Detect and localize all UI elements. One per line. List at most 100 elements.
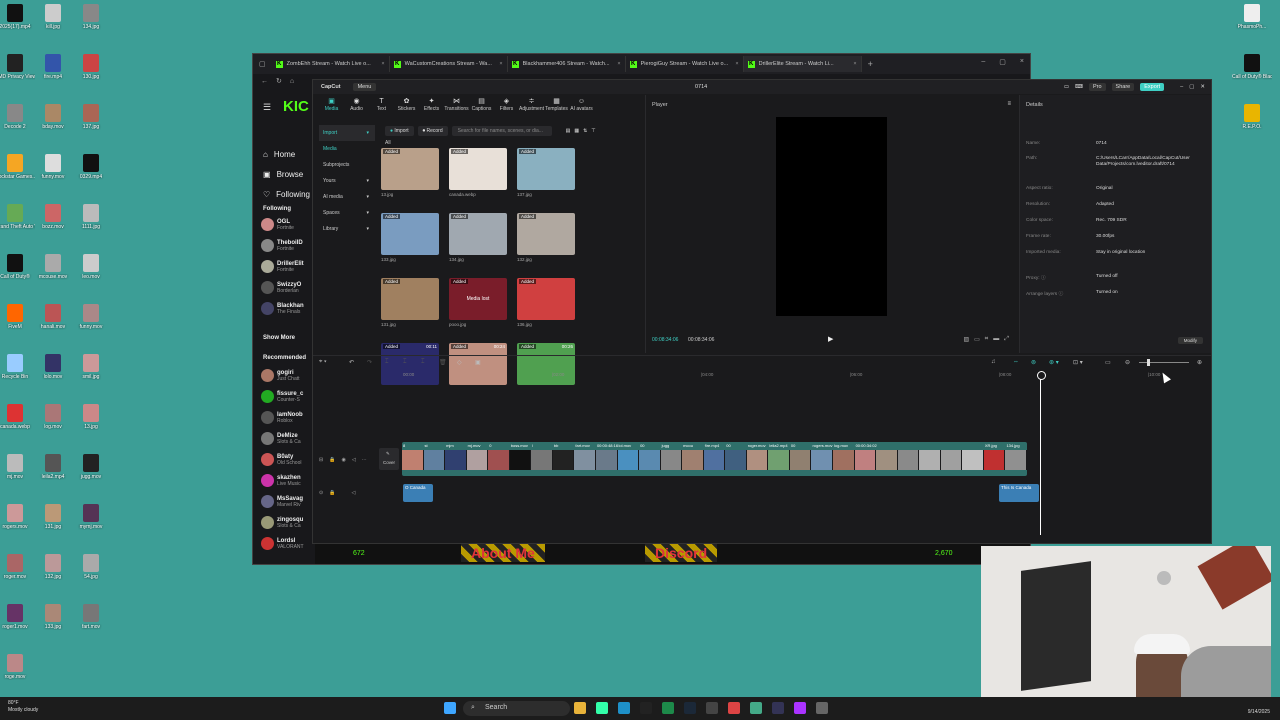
desktop-icon[interactable]: leila2.mp4 bbox=[33, 454, 73, 480]
speaker-icon[interactable]: ◁ bbox=[351, 490, 355, 496]
system-clock[interactable]: 9/14/2025 bbox=[1248, 703, 1270, 715]
desktop-icon[interactable]: 54.jpg bbox=[71, 554, 111, 580]
video-clip[interactable] bbox=[789, 450, 812, 470]
more-icon[interactable]: ⋯ bbox=[362, 457, 367, 463]
weather-widget[interactable]: 80°F Mostly cloudy bbox=[8, 700, 38, 714]
app-icon[interactable] bbox=[596, 702, 608, 714]
playhead[interactable] bbox=[1037, 371, 1046, 535]
snap-icon[interactable]: ⊡ ▾ bbox=[1073, 359, 1083, 366]
channel-item[interactable]: OGL Fortnite bbox=[261, 218, 294, 231]
desktop-icon[interactable]: roge.mov bbox=[0, 654, 35, 680]
track-collapse-icon[interactable]: ⊙ bbox=[319, 490, 323, 496]
desktop-icon[interactable]: 1111.jpg bbox=[71, 204, 111, 230]
desktop-icon[interactable]: hanali.mov bbox=[33, 304, 73, 330]
media-search-input[interactable]: Search for file names, scenes, or dia... bbox=[451, 126, 552, 136]
desktop-icon[interactable]: funny.mov bbox=[71, 304, 111, 330]
media-item[interactable]: Added 132.jpg bbox=[517, 213, 575, 268]
app-icon[interactable] bbox=[640, 702, 652, 714]
zoom-in-icon[interactable]: ⊕ bbox=[1197, 359, 1202, 366]
select-tool-icon[interactable]: ⌖ ▾ bbox=[319, 359, 327, 366]
media-item[interactable]: Added 131.jpg bbox=[381, 278, 439, 333]
maximize-button[interactable]: ▢ bbox=[999, 58, 1006, 66]
media-item[interactable]: Added 134.jpg bbox=[449, 213, 507, 268]
mic-icon[interactable]: ♫ bbox=[991, 359, 996, 365]
desktop-icon[interactable]: PhasmoPh... bbox=[1232, 4, 1272, 30]
video-clip[interactable] bbox=[1005, 450, 1027, 470]
desktop-icon[interactable]: Call of Duty® bbox=[0, 254, 35, 280]
tool-media[interactable]: ▣ Media bbox=[319, 95, 344, 117]
eye-icon[interactable]: ◉ bbox=[341, 457, 345, 463]
channel-item[interactable]: fissure_c Counter-S bbox=[261, 390, 303, 403]
filter-type-icon[interactable]: ⊤ bbox=[591, 128, 595, 134]
tool-stickers[interactable]: ✿ Stickers bbox=[394, 95, 419, 117]
magnet-icon[interactable]: ⊚ bbox=[1031, 359, 1036, 366]
excel-icon[interactable] bbox=[662, 702, 674, 714]
tool-ai-avatars[interactable]: ☺ AI avatars bbox=[569, 95, 594, 117]
video-clip[interactable] bbox=[617, 450, 640, 470]
desktop-icon[interactable]: roger1.mov bbox=[0, 604, 35, 630]
desktop-icon[interactable]: Recycle Bin bbox=[0, 354, 35, 380]
media-nav-subprojects[interactable]: Subprojects bbox=[319, 157, 375, 173]
menu-icon[interactable]: ☰ bbox=[263, 102, 271, 113]
about-me-panel[interactable]: About Me bbox=[461, 544, 545, 562]
tool-effects[interactable]: ✦ Effects bbox=[419, 95, 444, 117]
player-menu-icon[interactable]: ≡ bbox=[1007, 101, 1011, 107]
media-item[interactable]: Added canada.webp bbox=[449, 148, 507, 203]
desktop-icon[interactable]: jugg.mov bbox=[71, 454, 111, 480]
nav-following[interactable]: ♡ Following bbox=[263, 190, 310, 199]
cover-button[interactable]: ✎ Cover bbox=[379, 448, 399, 470]
channel-item[interactable]: DeMize Slots & Ca bbox=[261, 432, 301, 445]
channel-item[interactable]: gogiri Just Chatt bbox=[261, 369, 300, 382]
desktop-icon[interactable]: Grand Theft Auto V Leg... bbox=[0, 204, 35, 230]
timeline-ruler[interactable]: 00:00 |02:00 |04:00 |06:00 |08:00 |10:00 bbox=[313, 370, 1211, 380]
desktop-icon[interactable]: log.mov bbox=[33, 404, 73, 430]
browser-tab[interactable]: K ZombEhh Stream - Watch Live o... × bbox=[272, 56, 390, 72]
close-icon[interactable]: ✕ bbox=[1200, 84, 1205, 90]
aspect-icon[interactable]: ▬ bbox=[993, 336, 999, 343]
tool-captions[interactable]: ▤ Captions bbox=[469, 95, 494, 117]
import-button[interactable]: ● Import bbox=[385, 126, 414, 136]
split-right-icon[interactable]: ⌶ bbox=[403, 359, 407, 366]
play-button[interactable]: ▶ bbox=[828, 335, 833, 343]
fit-icon[interactable]: ▭ bbox=[1105, 359, 1111, 366]
desktop-icon[interactable]: Decode 2 bbox=[0, 104, 35, 130]
tool-filters[interactable]: ◈ Filters bbox=[494, 95, 519, 117]
desktop-icon[interactable]: fire.mp4 bbox=[33, 54, 73, 80]
tab-actions-icon[interactable]: ▢ bbox=[259, 60, 266, 68]
video-clip[interactable] bbox=[595, 450, 618, 470]
preview-quality-icon[interactable]: ▨ bbox=[963, 336, 969, 343]
lock-icon[interactable]: 🔒 bbox=[329, 490, 335, 496]
desktop-icon[interactable]: 0329.mp4 bbox=[71, 154, 111, 180]
desktop-icon[interactable]: mymj.mov bbox=[71, 504, 111, 530]
filter-all[interactable]: All bbox=[385, 140, 391, 146]
desktop-icon[interactable]: funny.mov bbox=[33, 154, 73, 180]
redo-icon[interactable]: ↷ bbox=[367, 359, 372, 366]
media-nav-yours[interactable]: Yours ▾ bbox=[319, 173, 375, 189]
steam-icon[interactable] bbox=[684, 702, 696, 714]
video-clip[interactable] bbox=[639, 450, 661, 470]
channel-item[interactable]: Lordsl VALORANT bbox=[261, 537, 304, 550]
video-clip[interactable] bbox=[983, 450, 1006, 470]
desktop-icon[interactable]: 132.jpg bbox=[33, 554, 73, 580]
marker-icon[interactable]: ◇ bbox=[457, 359, 462, 366]
media-item[interactable]: Added 133.jpg bbox=[381, 213, 439, 268]
desktop-icon[interactable]: fart.mov bbox=[71, 604, 111, 630]
new-tab-button[interactable]: + bbox=[868, 59, 873, 69]
export-button[interactable]: Export bbox=[1140, 83, 1165, 91]
video-clip[interactable] bbox=[682, 450, 704, 470]
tool-templates[interactable]: ▦ Templates bbox=[544, 95, 569, 117]
record-button[interactable]: ⏺ Record bbox=[417, 126, 448, 136]
media-nav-ai-media[interactable]: AI media ▾ bbox=[319, 189, 375, 205]
preview-axis-icon[interactable]: ⊛ ▾ bbox=[1049, 359, 1059, 366]
undo-icon[interactable]: ↶ bbox=[349, 359, 354, 366]
channel-item[interactable]: zingosqu Slots & Ca bbox=[261, 516, 303, 529]
desktop-icon[interactable]: kill.jpg bbox=[33, 4, 73, 30]
desktop-icon[interactable]: bozz.mov bbox=[33, 204, 73, 230]
chrome-icon[interactable] bbox=[728, 702, 740, 714]
media-nav-library[interactable]: Library ▾ bbox=[319, 221, 375, 237]
discord-panel[interactable]: Discord bbox=[645, 544, 718, 562]
video-clip[interactable] bbox=[531, 450, 553, 470]
desktop-icon[interactable]: 2025(17).mp4 bbox=[0, 4, 35, 30]
app-icon[interactable] bbox=[772, 702, 784, 714]
desktop-icon[interactable]: 13.jpg bbox=[71, 404, 111, 430]
